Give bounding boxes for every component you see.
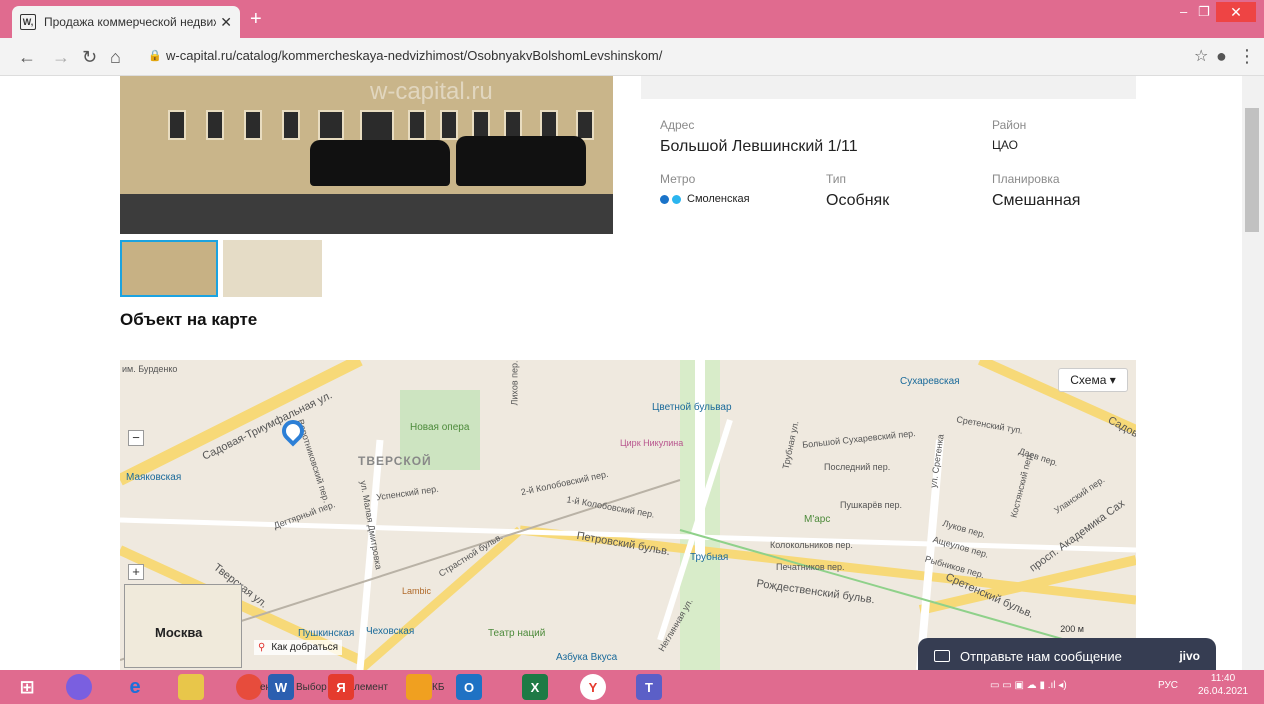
metro-line-icon bbox=[660, 194, 669, 204]
teams-icon[interactable]: T bbox=[636, 674, 662, 700]
route-pin-icon: ⚲ bbox=[258, 642, 266, 653]
chrome-icon[interactable] bbox=[236, 674, 262, 700]
browser-toolbar: ← → ↻ ⌂ 🔒 w-capital.ru/catalog/kommerche… bbox=[0, 38, 1264, 76]
map-label: Печатников пер. bbox=[776, 562, 845, 572]
map-section-title: Объект на карте bbox=[120, 310, 258, 329]
zoom-out-icon[interactable]: − bbox=[128, 430, 144, 446]
overview-minimap[interactable]: Москва bbox=[124, 584, 242, 668]
taskbar-item-label: Выбор bbox=[296, 682, 327, 693]
district-value: ЦАО bbox=[992, 138, 1018, 152]
metro-line-icon bbox=[672, 194, 681, 204]
map-label: Последний пер. bbox=[824, 462, 891, 472]
map-label: Пушкарёв пер. bbox=[840, 500, 903, 510]
metro-station-label: Сухаревская bbox=[900, 376, 960, 387]
map-label: Колокольников пер. bbox=[770, 540, 853, 550]
district-label: ТВЕРСКОЙ bbox=[358, 454, 432, 468]
tab-title: Продажа коммерческой недвиж bbox=[44, 15, 217, 29]
scrollbar-thumb[interactable] bbox=[1245, 108, 1259, 232]
forward-icon[interactable]: → bbox=[52, 47, 70, 68]
type-value: Особняк bbox=[826, 192, 890, 209]
minimize-button[interactable]: – bbox=[1180, 4, 1187, 19]
poi-label: Цирк Никулина bbox=[620, 438, 684, 448]
poi-label: Театр наций bbox=[488, 628, 546, 639]
map-label: им. Бурденко bbox=[122, 364, 178, 374]
yandex-icon[interactable]: Я bbox=[328, 674, 354, 700]
metro-station-label: Цветной бульвар bbox=[652, 402, 732, 413]
home-icon[interactable]: ⌂ bbox=[110, 47, 121, 68]
language-indicator[interactable]: РУС bbox=[1158, 680, 1178, 691]
metro-label: Метро bbox=[660, 172, 696, 186]
chat-widget-text: Отправьте нам сообщение bbox=[960, 648, 1122, 664]
chart-app-icon[interactable] bbox=[406, 674, 432, 700]
type-label: Тип bbox=[826, 172, 847, 186]
poi-label: Новая опера bbox=[410, 422, 470, 433]
poi-label: Азбука Вкуса bbox=[556, 652, 618, 663]
address-bar[interactable]: w-capital.ru/catalog/kommercheskaya-nedv… bbox=[166, 48, 662, 63]
back-icon[interactable]: ← bbox=[18, 47, 36, 68]
menu-icon[interactable]: ⋮ bbox=[1238, 46, 1256, 67]
district-label: Район bbox=[992, 118, 1027, 132]
yandex-map[interactable]: им. Бурденко Садовая-Триумфальная ул. Са… bbox=[120, 360, 1136, 670]
metro-station-label: Чеховская bbox=[366, 626, 415, 637]
lock-icon: 🔒 bbox=[148, 50, 162, 62]
taskbar-item-label: лемент bbox=[354, 682, 388, 693]
address-label: Адрес bbox=[660, 118, 695, 132]
poi-label: Lambic bbox=[402, 586, 432, 596]
yandex-browser-icon[interactable]: Y bbox=[580, 674, 606, 700]
layout-value: Смешанная bbox=[992, 192, 1081, 209]
new-tab-button[interactable]: + bbox=[250, 8, 262, 31]
reload-icon[interactable]: ↻ bbox=[82, 47, 97, 68]
jivo-logo: jivo bbox=[1179, 649, 1200, 663]
word-icon[interactable]: W bbox=[268, 674, 294, 700]
file-explorer-icon[interactable] bbox=[178, 674, 204, 700]
map-scale: 200 м bbox=[1060, 624, 1084, 634]
metro-station-label: Пушкинская bbox=[298, 628, 355, 639]
photo-watermark: w-capital.ru bbox=[370, 78, 493, 105]
page-content: w-capital.ru Адрес Большой Левшинский 1/… bbox=[0, 76, 1264, 670]
alice-icon[interactable] bbox=[66, 674, 92, 700]
zoom-slider[interactable]: − + bbox=[128, 430, 144, 580]
excel-icon[interactable]: X bbox=[522, 674, 548, 700]
address-value: Большой Левшинский 1/11 bbox=[660, 138, 858, 155]
restore-button[interactable]: ❐ bbox=[1198, 4, 1210, 20]
close-tab-icon[interactable]: ✕ bbox=[220, 14, 232, 31]
clock[interactable]: 11:40 26.04.2021 bbox=[1198, 672, 1248, 698]
close-window-button[interactable]: ✕ bbox=[1216, 2, 1256, 22]
windows-start-icon[interactable]: ⊞ bbox=[14, 674, 40, 700]
photo-thumbnail[interactable] bbox=[223, 240, 322, 297]
chat-widget[interactable]: Отправьте нам сообщение jivo bbox=[918, 638, 1216, 674]
price-panel bbox=[641, 76, 1136, 99]
envelope-icon bbox=[934, 650, 950, 662]
map-type-dropdown[interactable]: Схема ▾ bbox=[1058, 368, 1128, 392]
minimap-city-label: Москва bbox=[155, 625, 203, 640]
taskbar-item-label: КБ bbox=[432, 682, 445, 693]
profile-icon[interactable]: ● bbox=[1216, 46, 1227, 67]
property-photo[interactable]: w-capital.ru bbox=[120, 76, 613, 234]
outlook-icon[interactable]: O bbox=[456, 674, 482, 700]
map-label: Лихов пер. bbox=[509, 360, 520, 406]
internet-explorer-icon[interactable]: e bbox=[122, 674, 148, 700]
metro-value: Смоленская bbox=[660, 193, 750, 205]
poi-label: М'арс bbox=[804, 514, 831, 525]
zoom-in-icon[interactable]: + bbox=[128, 564, 144, 580]
tray-icons[interactable]: ▭ ▭ ▣ ☁ ▮ .ıl ◂) bbox=[990, 680, 1067, 691]
layout-label: Планировка bbox=[992, 172, 1060, 186]
browser-tab-bar: W, Продажа коммерческой недвиж ✕ + – ❐ ✕ bbox=[0, 0, 1264, 38]
favicon-icon: W, bbox=[20, 14, 36, 30]
windows-taskbar: ⊞ e ентов W Выбор Я лемент КБ O X Y T ▭ … bbox=[0, 670, 1264, 704]
route-link[interactable]: ⚲ Как добраться bbox=[254, 640, 343, 655]
metro-station-label: Трубная bbox=[690, 552, 729, 563]
photo-thumbnail[interactable] bbox=[120, 240, 218, 297]
browser-tab[interactable]: W, Продажа коммерческой недвиж ✕ bbox=[12, 6, 240, 38]
bookmark-star-icon[interactable]: ☆ bbox=[1194, 46, 1208, 66]
